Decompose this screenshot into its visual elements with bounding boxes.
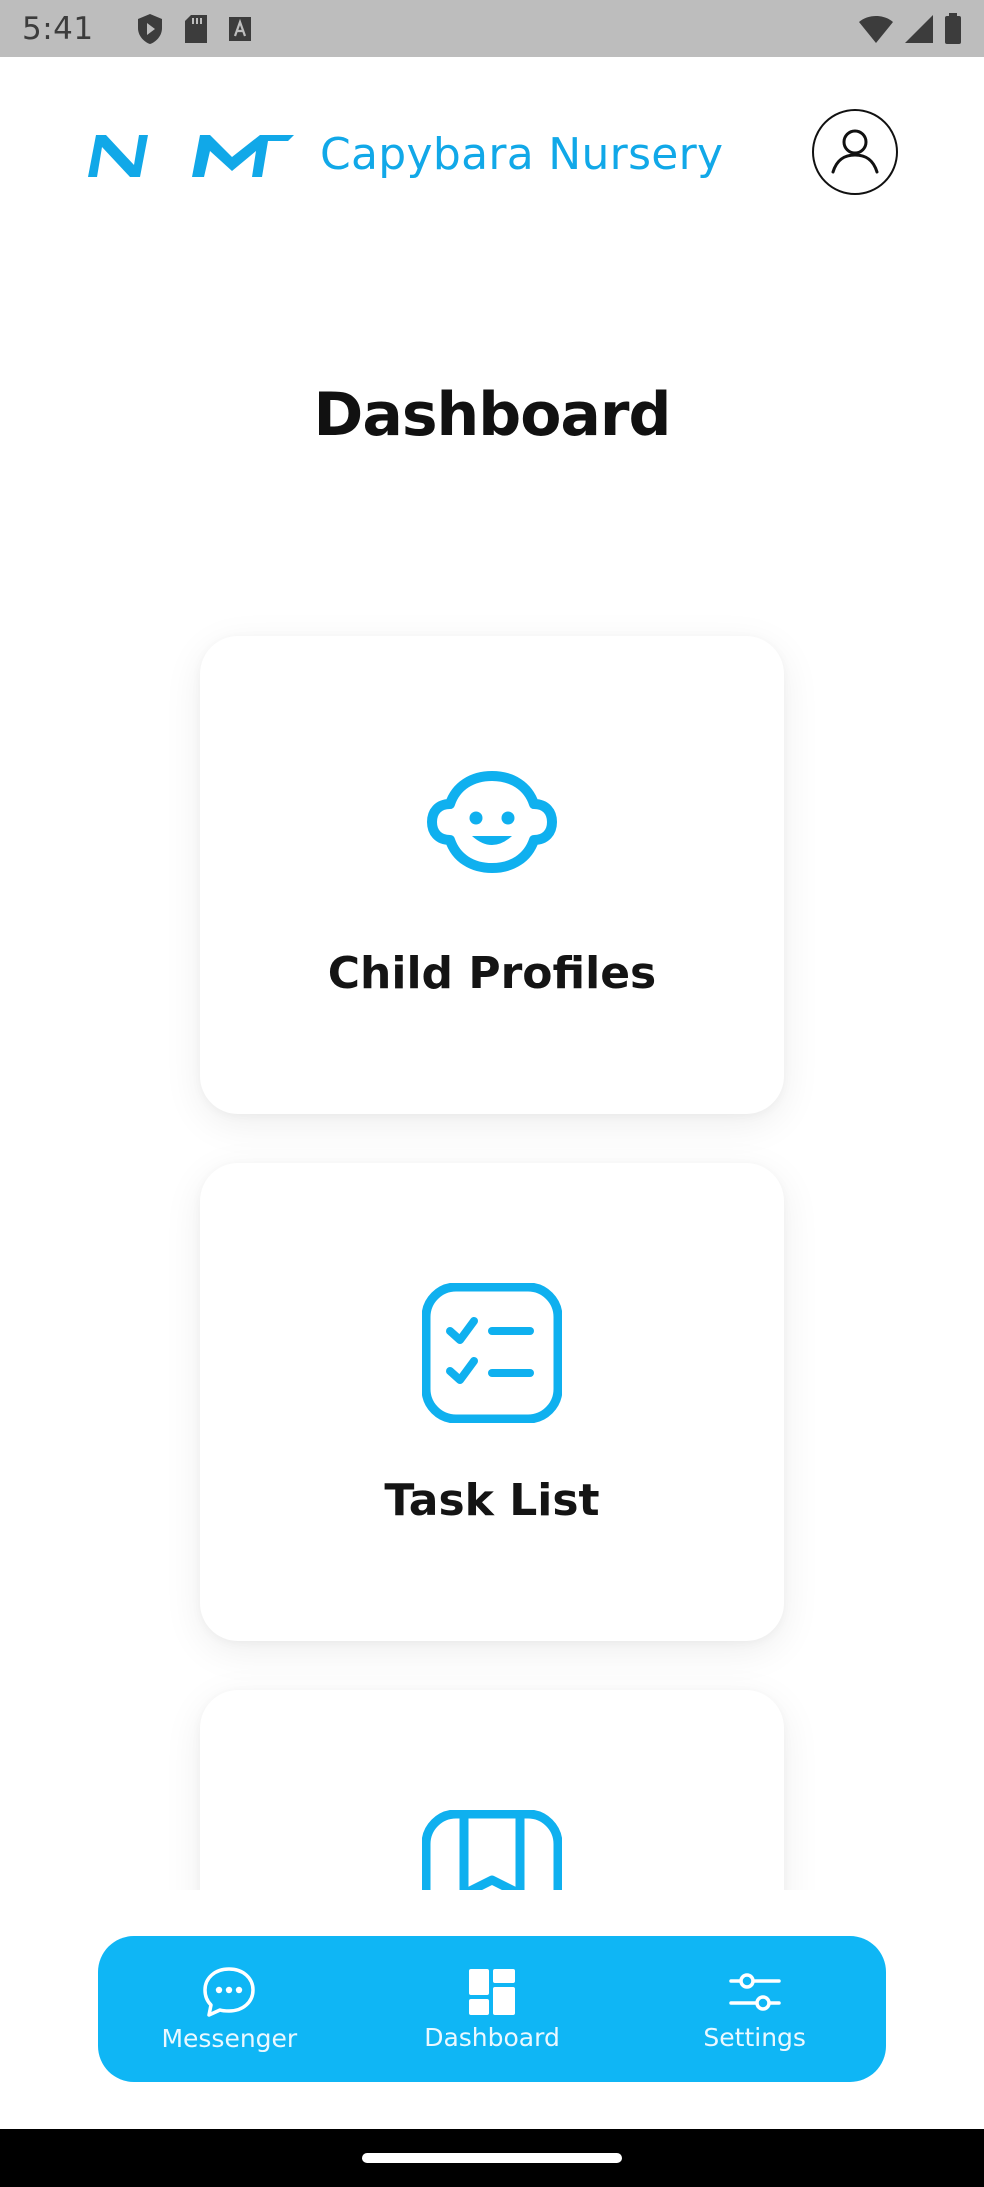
status-bar: 5:41: [0, 0, 984, 57]
nav-label: Settings: [703, 2022, 806, 2052]
profile-button[interactable]: [812, 109, 898, 195]
sliders-icon: [728, 1972, 781, 2011]
cards-list: Child Profiles Task List: [0, 600, 984, 1890]
baby-face-icon: [427, 771, 557, 873]
card-label: Child Profiles: [327, 948, 657, 999]
bottom-nav: Messenger Dashboard Settings: [98, 1936, 886, 2082]
a-box-icon: [228, 16, 252, 42]
card-task-list[interactable]: Task List: [200, 1163, 784, 1641]
nm-logo: [84, 127, 294, 190]
checklist-icon: [422, 1283, 562, 1423]
home-indicator[interactable]: [362, 2153, 622, 2163]
book-icon: [422, 1810, 562, 1890]
nav-item-messenger[interactable]: Messenger: [98, 1936, 361, 2082]
page-title: Dashboard: [313, 380, 672, 450]
user-icon: [831, 129, 879, 174]
nav-item-dashboard[interactable]: Dashboard: [361, 1936, 624, 2082]
nav-item-settings[interactable]: Settings: [623, 1936, 886, 2082]
battery-icon: [944, 12, 962, 45]
card-third[interactable]: [200, 1690, 784, 1890]
dashboard-grid-icon: [469, 1968, 515, 2015]
chat-bubble-icon: [203, 1966, 256, 2017]
app-header: Capybara Nursery: [0, 57, 984, 247]
status-right: [858, 12, 962, 45]
nav-label: Dashboard: [424, 2022, 560, 2052]
sd-card-icon: [184, 14, 208, 44]
status-left: 5:41: [22, 11, 252, 47]
app-screen: 5:41 Capybara Nursery Dashboard Child Pr…: [0, 0, 984, 2187]
card-label: Task List: [384, 1475, 600, 1526]
nav-label: Messenger: [161, 2023, 298, 2053]
status-time: 5:41: [22, 10, 94, 47]
shield-play-icon: [136, 13, 164, 45]
cellular-signal-icon: [904, 14, 934, 44]
app-name: Capybara Nursery: [320, 129, 724, 180]
card-child-profiles[interactable]: Child Profiles: [200, 636, 784, 1114]
wifi-icon: [858, 14, 894, 44]
